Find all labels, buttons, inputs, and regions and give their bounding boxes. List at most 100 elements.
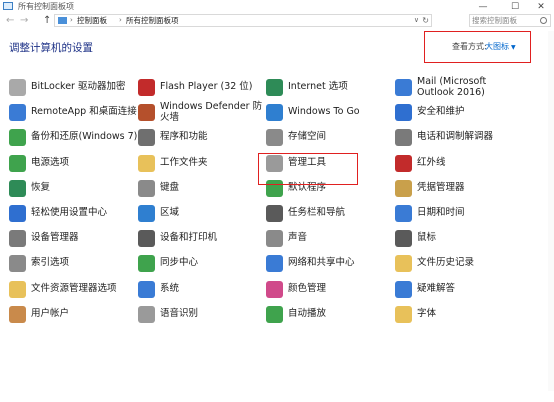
item-label: 电源选项 [31,156,70,168]
scrollbar[interactable] [548,31,554,391]
item-label: 自动播放 [288,307,327,319]
backup-icon [9,129,26,147]
windows-to-go-icon [266,104,283,122]
power-icon [9,154,26,172]
item-label: 网络和共享中心 [288,257,355,269]
minimize-button[interactable]: — [470,0,496,14]
internet-options-icon [266,79,283,96]
microphone-icon [138,305,155,323]
chevron-down-icon[interactable]: ∨ [414,15,419,26]
item-label: 字体 [417,307,437,319]
item-label: Mail (Microsoft Outlook 2016) [417,76,487,98]
phone-modem-icon [395,129,412,147]
device-manager-icon [9,230,26,248]
item-label: Flash Player (32 位) [160,81,253,92]
fonts-icon [395,305,412,323]
breadcrumb-control-panel[interactable]: 控制面板 [77,15,107,26]
item-label: 语音识别 [160,307,199,319]
breadcrumb-all-items[interactable]: 所有控制面板项 [126,15,179,26]
item-label: 电话和调制解调器 [417,131,494,143]
item-label: 管理工具 [288,156,327,168]
page-title: 调整计算机的设置 [9,42,93,54]
item-label: 用户帐户 [31,307,70,319]
control-panel-icon [58,17,67,24]
forward-icon[interactable]: → [20,14,28,28]
window-title: 所有控制面板项 [18,2,74,11]
mail-icon [395,79,412,96]
address-field[interactable]: › 控制面板 › 所有控制面板项 ∨ ↻ [54,14,432,27]
security-icon [395,104,412,122]
item-label: Windows To Go [288,106,360,118]
sound-icon [266,230,283,248]
address-bar: ← → ↑ › 控制面板 › 所有控制面板项 ∨ ↻ [0,13,554,29]
network-icon [266,255,283,273]
item-label: Windows Defender 防火墙 [160,101,263,124]
user-accounts-icon [9,305,26,323]
indexing-icon [9,255,26,273]
item-label: 区域 [160,207,180,218]
item-label: BitLocker 驱动器加密 [31,81,126,92]
caret-down-icon: ▼ [511,44,516,51]
system-icon [138,280,155,298]
credential-icon [395,179,412,197]
file-history-icon [395,255,412,273]
item-label: 索引选项 [31,257,70,269]
taskbar-icon [266,205,283,222]
troubleshoot-icon [395,280,412,298]
search-icon[interactable] [540,17,547,24]
infrared-icon [395,154,412,172]
item-label: 存储空间 [288,131,327,143]
title-bar: 所有控制面板项 — ☐ ✕ [0,0,554,14]
item-label: 轻松使用设置中心 [31,207,108,218]
item-label: 颜色管理 [288,282,327,294]
maximize-button[interactable]: ☐ [502,0,528,14]
folder-options-icon [9,280,26,298]
breadcrumb-separator: › [70,16,73,24]
remoteapp-icon [9,104,26,122]
item-label: 恢复 [31,181,51,193]
item-label: 备份和还原(Windows 7) [31,131,138,143]
item-label: 默认程序 [288,181,327,193]
item-label: 疑难解答 [417,282,456,294]
work-folders-icon [138,154,155,172]
item-label: RemoteApp 和桌面连接 [31,106,137,118]
search-input[interactable] [472,15,536,26]
item-label: 文件历史记录 [417,257,475,269]
back-icon[interactable]: ← [6,14,14,28]
item-label: 设备管理器 [31,232,79,244]
breadcrumb-separator: › [119,16,122,24]
item-label: 系统 [160,282,180,294]
item-label: 同步中心 [160,257,199,269]
programs-icon [138,129,155,147]
item-label: Internet 选项 [288,81,348,92]
up-icon[interactable]: ↑ [43,14,51,28]
item-label: 鼠标 [417,232,437,244]
firewall-icon [138,104,155,122]
autoplay-icon [266,305,283,323]
view-by-value[interactable]: 大图标 [485,42,509,51]
keyboard-icon [138,179,155,197]
view-by-dropdown[interactable]: 大图标 ▼ [485,41,516,52]
date-time-icon [395,205,412,222]
admin-tools-icon [266,154,283,172]
close-button[interactable]: ✕ [528,0,554,14]
item-label: 红外线 [417,156,446,168]
sync-icon [138,255,155,273]
search-box[interactable] [469,14,551,27]
item-label: 文件资源管理器选项 [31,282,117,294]
default-programs-icon [266,179,283,197]
item-label: 日期和时间 [417,207,465,218]
region-icon [138,205,155,222]
mouse-icon [395,230,412,248]
item-label: 工作文件夹 [160,156,208,168]
refresh-icon[interactable]: ↻ [422,15,429,26]
bitlocker-icon [9,79,26,96]
control-panel-icon [3,2,13,10]
color-management-icon [266,280,283,298]
item-label: 凭据管理器 [417,181,465,193]
item-label: 声音 [288,232,308,244]
view-by-label: 查看方式: [452,42,487,51]
ease-of-access-icon [9,205,26,222]
item-label: 设备和打印机 [160,232,218,244]
recovery-icon [9,179,26,197]
